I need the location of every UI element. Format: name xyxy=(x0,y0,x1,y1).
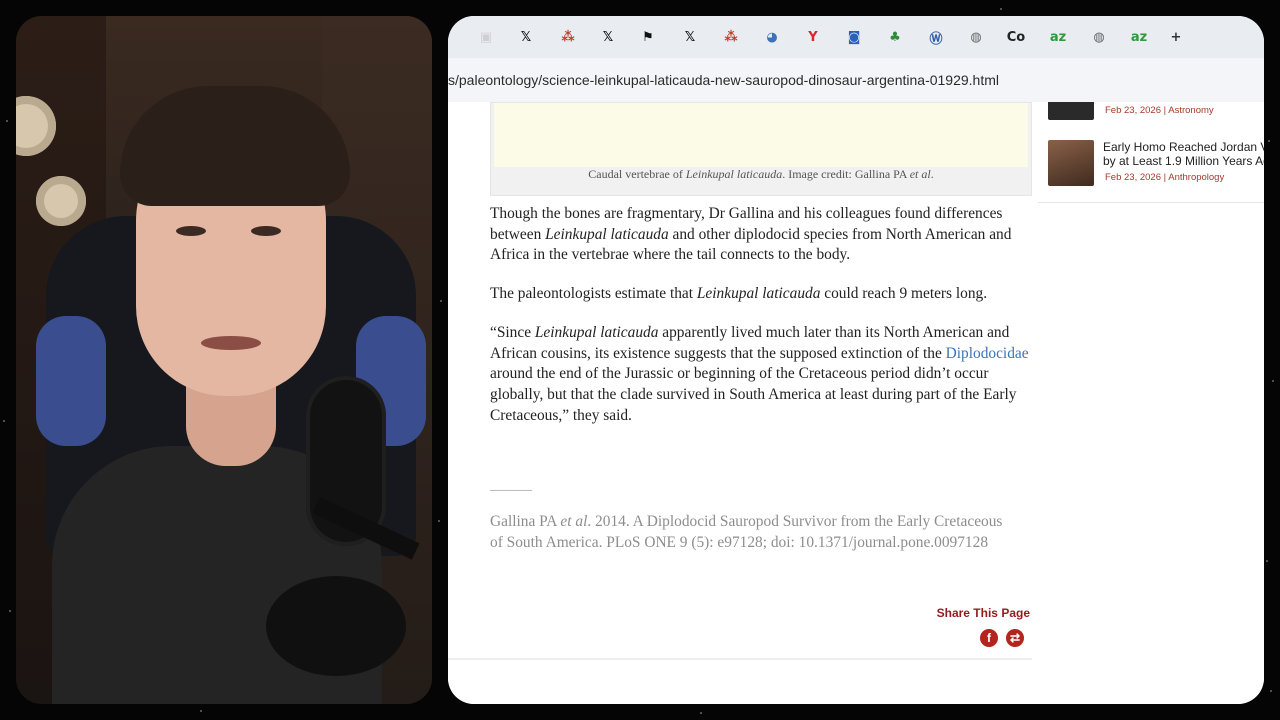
tree-icon[interactable]: ♣ xyxy=(885,27,905,47)
share-other-icon[interactable]: ⇄ xyxy=(1006,629,1024,647)
article-page: Caudal vertebrae of Leinkupal laticauda.… xyxy=(448,102,1264,704)
article-thumbnail xyxy=(1048,102,1094,120)
facebook-icon[interactable]: f xyxy=(980,629,998,647)
x-icon[interactable]: 𝕏 xyxy=(680,27,700,47)
address-bar[interactable]: s/paleontology/science-leinkupal-laticau… xyxy=(448,58,1264,103)
share-label: Share This Page xyxy=(936,606,1030,620)
globe-icon[interactable]: ◍ xyxy=(1089,27,1109,47)
flag-icon[interactable]: ⚑ xyxy=(638,27,658,47)
article-thumbnail xyxy=(1048,140,1094,186)
pi-icon[interactable]: ⁂ xyxy=(558,27,578,47)
co-icon[interactable]: Co xyxy=(1006,27,1026,47)
separator: ______ xyxy=(490,478,532,493)
yandex-icon[interactable]: Y xyxy=(803,27,823,47)
figure: Caudal vertebrae of Leinkupal laticauda.… xyxy=(490,102,1032,196)
vertebrae-image xyxy=(494,103,1028,167)
paragraph-2: The paleontologists estimate that Leinku… xyxy=(490,285,988,303)
wordpress-icon[interactable]: Ⓦ xyxy=(926,27,946,47)
article-body: Though the bones are fragmentary, Dr Gal… xyxy=(490,204,1030,444)
browser-window: ▣ 𝕏 ⁂ 𝕏 ⚑ 𝕏 ⁂ ◕ Y ◙ ♣ Ⓦ ◍ Co az ◍ az + s/paleontology/sci… xyxy=(448,16,1264,704)
az-icon[interactable]: az xyxy=(1048,27,1068,47)
x-icon[interactable]: 𝕏 xyxy=(598,27,618,47)
bookmark-icon[interactable]: ▣ xyxy=(476,27,496,47)
az-icon[interactable]: az xyxy=(1129,27,1149,47)
url-text[interactable]: s/paleontology/science-leinkupal-laticau… xyxy=(448,72,999,88)
globe-icon[interactable]: ◕ xyxy=(762,27,782,47)
webcam-feed xyxy=(16,16,432,704)
paragraph-1: Though the bones are fragmentary, Dr Gal… xyxy=(490,205,1012,264)
paragraph-3: “Since Leinkupal laticauda apparently li… xyxy=(490,323,1029,424)
x-icon[interactable]: 𝕏 xyxy=(516,27,536,47)
sidebar-title[interactable]: Early Homo Reached Jordan Val by at Leas… xyxy=(1103,140,1264,168)
pi-icon[interactable]: ⁂ xyxy=(721,27,741,47)
reference: Gallina PA et al. 2014. A Diplodocid Sau… xyxy=(490,513,1003,551)
diplodocidae-link[interactable]: Diplodocidae xyxy=(946,345,1029,362)
figure-caption: Caudal vertebrae of Leinkupal laticauda.… xyxy=(588,167,934,181)
person-hair xyxy=(120,86,350,206)
tab-strip: ▣ 𝕏 ⁂ 𝕏 ⚑ 𝕏 ⁂ ◕ Y ◙ ♣ Ⓦ ◍ Co az ◍ az + xyxy=(448,16,1264,58)
camera-icon[interactable]: ◙ xyxy=(844,27,864,47)
share-icons: f ⇄ xyxy=(980,629,1024,647)
new-tab-icon[interactable]: + xyxy=(1166,27,1186,47)
globe-icon[interactable]: ◍ xyxy=(966,27,986,47)
